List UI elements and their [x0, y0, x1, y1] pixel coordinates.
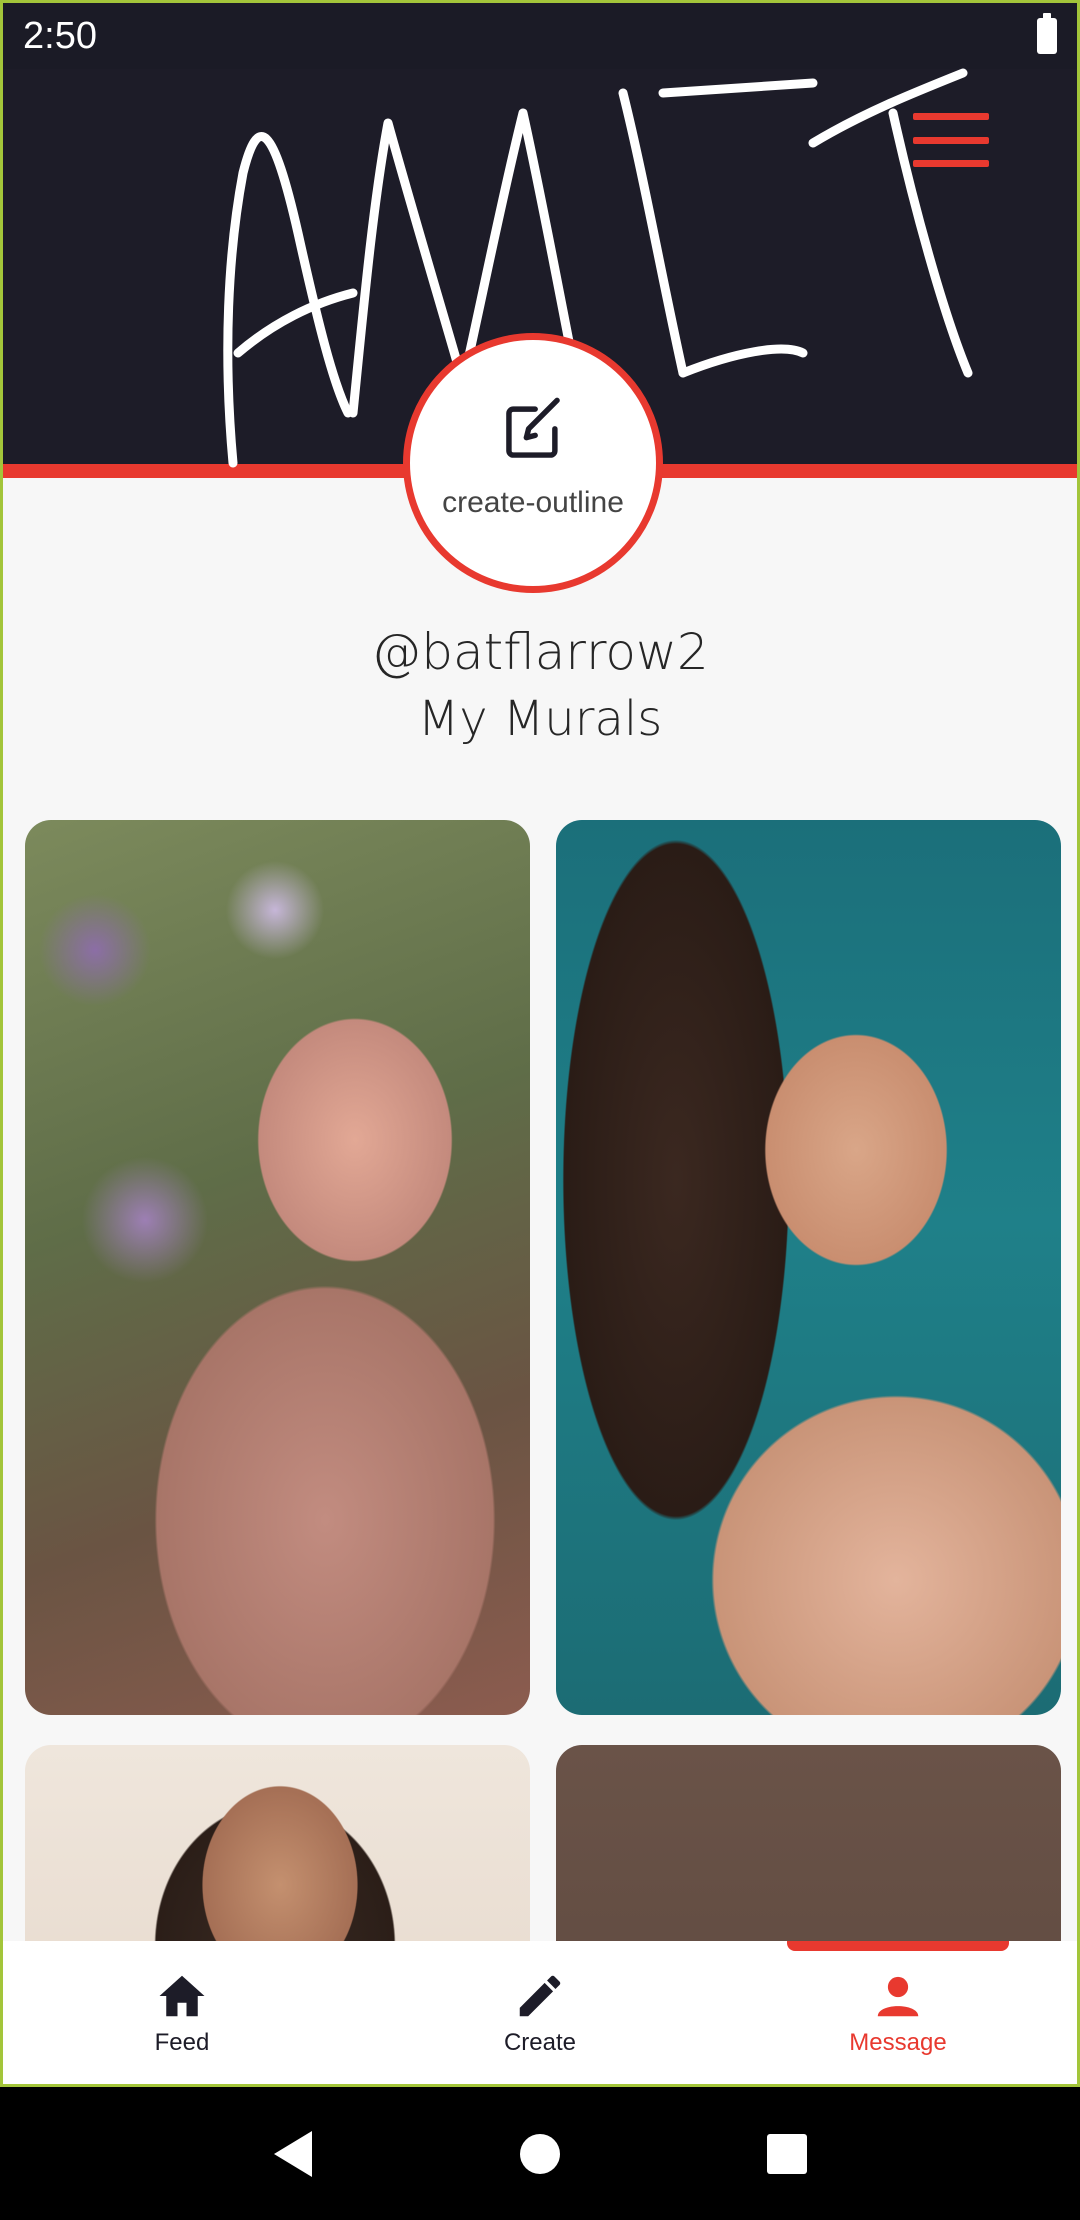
mural-card[interactable] [25, 820, 530, 1715]
hamburger-menu-icon [913, 113, 989, 120]
back-button[interactable] [253, 2114, 333, 2194]
nav-item-create[interactable]: Create [361, 1941, 719, 2084]
home-button[interactable] [500, 2114, 580, 2194]
menu-button[interactable] [913, 113, 989, 167]
app-screen: 2:50 create-outline @batflarrow2 My Mura… [0, 0, 1080, 2087]
home-circle-icon [519, 2133, 560, 2174]
active-tab-indicator [787, 1941, 1009, 1951]
username: @batflarrow2 [371, 623, 709, 681]
section-title: My Murals [417, 691, 663, 747]
avatar-label: create-outline [442, 486, 624, 519]
nav-item-feed[interactable]: Feed [3, 1941, 361, 2084]
nav-label-feed: Feed [154, 2028, 210, 2056]
mural-card[interactable] [556, 820, 1061, 1715]
home-icon [159, 1975, 205, 2016]
recents-button[interactable] [747, 2114, 827, 2194]
nav-label-message: Message [849, 2028, 947, 2056]
battery-full-icon [1037, 13, 1057, 54]
recents-icon [766, 2133, 807, 2174]
avatar[interactable]: create-outline [403, 333, 663, 593]
nav-item-message[interactable]: Message [719, 1941, 1077, 2084]
status-time: 2:50 [23, 14, 97, 57]
person-icon [877, 1976, 919, 2016]
bottom-navigation: Feed Create Message [3, 1941, 1077, 2084]
create-outline-icon [506, 397, 560, 458]
system-navigation-bar [0, 2087, 1080, 2220]
back-icon [274, 2130, 313, 2177]
nav-label-create: Create [503, 2028, 577, 2056]
pencil-icon [519, 1975, 561, 2016]
